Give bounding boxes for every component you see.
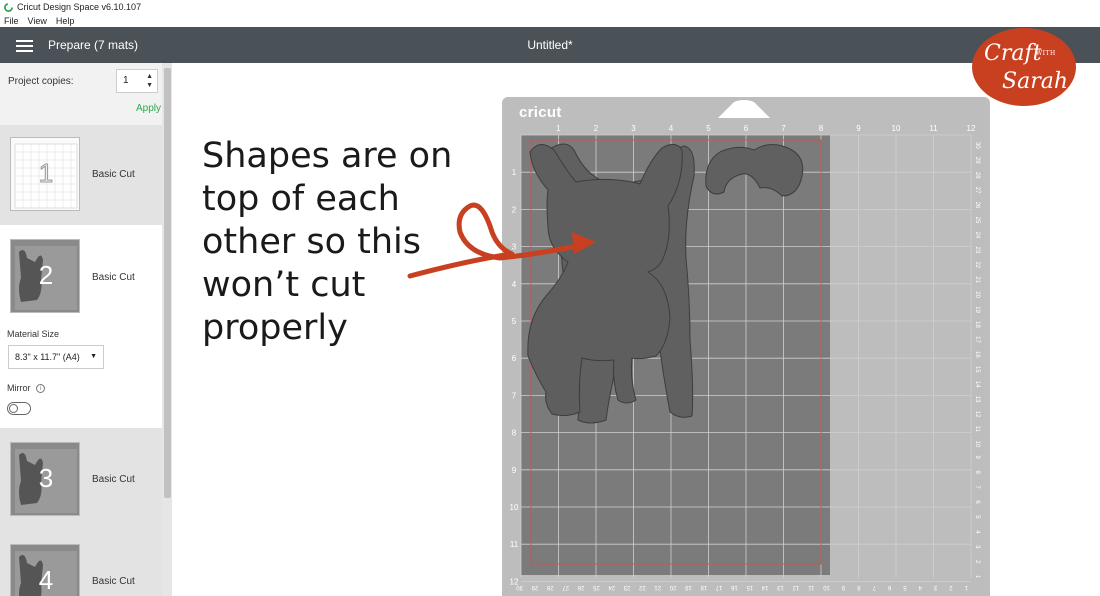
craft-with-sarah-logo: Craft WITH Sarah	[972, 28, 1076, 106]
toggle-knob	[9, 404, 18, 413]
window-title: Cricut Design Space v6.10.107	[17, 2, 142, 12]
material-size-select[interactable]: 8.3" x 11.7" (A4) ▼	[8, 345, 104, 369]
apply-button[interactable]: Apply	[136, 103, 161, 114]
mat-label: Basic Cut	[92, 474, 135, 485]
project-copies-value: 1	[123, 75, 129, 86]
copies-stepper-icon[interactable]: ▲ ▼	[146, 72, 153, 90]
mat-thumbnail: 4	[10, 544, 80, 596]
mat-number: 2	[38, 260, 54, 290]
annotation-text: Shapes are on top of each other so this …	[202, 135, 502, 350]
cutting-mat	[502, 97, 990, 596]
cricut-app-icon	[4, 2, 13, 12]
mirror-label-text: Mirror	[7, 383, 31, 393]
annotation-line: properly	[202, 308, 348, 348]
mirror-label: Mirror i	[7, 383, 46, 394]
menu-file[interactable]: File	[4, 16, 19, 26]
project-copies-input[interactable]: 1 ▲ ▼	[116, 69, 158, 93]
project-copies-label: Project copies:	[8, 76, 74, 87]
mat-number: 3	[38, 463, 54, 493]
material-size-value: 8.3" x 11.7" (A4)	[15, 352, 80, 362]
mat-number: 4	[38, 565, 54, 595]
mat-item-3[interactable]: 3 Basic Cut	[0, 428, 162, 532]
mat-label: Basic Cut	[92, 576, 135, 587]
mirror-toggle[interactable]	[7, 402, 31, 415]
mat-number: 1	[38, 158, 54, 189]
material-size-label: Material Size	[7, 329, 60, 339]
annotation-line: top of each	[202, 179, 400, 219]
window-title-bar: Cricut Design Space v6.10.107	[0, 0, 1100, 14]
annotation-line: Shapes are on	[202, 136, 453, 176]
menu-help[interactable]: Help	[56, 16, 75, 26]
mat-thumbnail: 3	[10, 442, 80, 516]
info-icon[interactable]: i	[36, 384, 46, 394]
sidebar-scroll-thumb[interactable]	[164, 68, 171, 498]
logo-line-craft: Craft	[984, 41, 1042, 66]
mat-item-4[interactable]: 4 Basic Cut	[0, 532, 162, 596]
mat-thumbnail: 2	[10, 239, 80, 313]
logo-line-with: WITH	[1036, 50, 1056, 57]
mat-item-1[interactable]: 1 Basic Cut	[0, 125, 162, 225]
annotation-line: other so this	[202, 222, 422, 262]
document-title: Untitled*	[527, 38, 573, 52]
mat-item-2[interactable]: 2 Basic Cut	[0, 225, 162, 428]
cricut-mat-logo: cricut	[519, 104, 562, 121]
dropdown-caret-icon: ▼	[90, 353, 97, 360]
annotation-line: won’t cut	[202, 265, 366, 305]
mat-label: Basic Cut	[92, 272, 135, 283]
mat-label: Basic Cut	[92, 169, 135, 180]
logo-line-sarah: Sarah	[1002, 69, 1068, 94]
app-header: Prepare (7 mats) Untitled*	[0, 27, 1100, 63]
menu-view[interactable]: View	[28, 16, 47, 26]
mat-thumbnail: 1	[10, 137, 80, 211]
menu-bar: File View Help	[0, 14, 1100, 27]
